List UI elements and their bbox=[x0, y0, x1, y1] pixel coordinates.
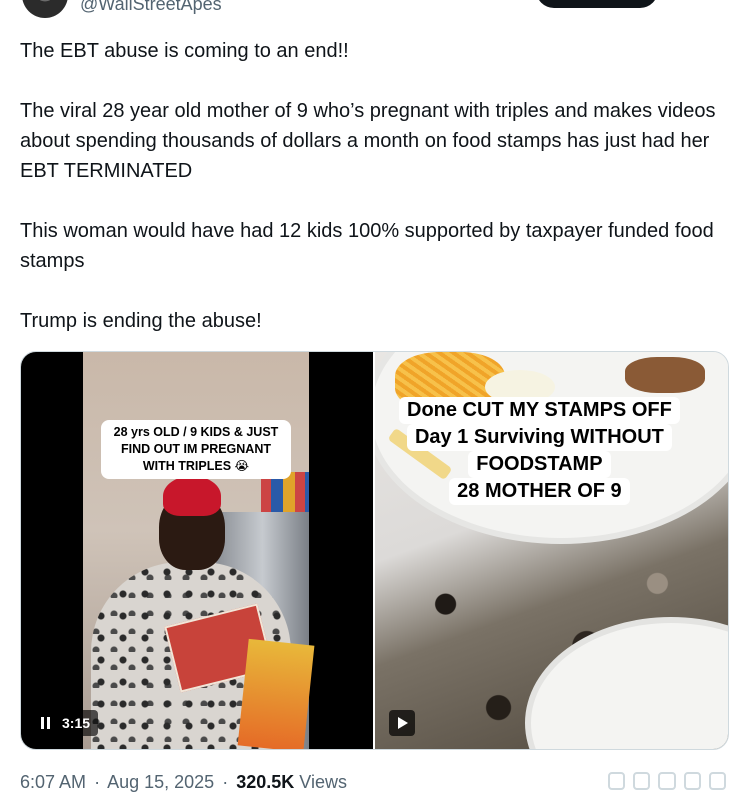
caption-line: 28 MOTHER OF 9 bbox=[449, 478, 630, 505]
tweet-paragraph: Trump is ending the abuse! bbox=[20, 310, 262, 332]
views-label: Views bbox=[299, 772, 347, 792]
play-icon[interactable] bbox=[389, 710, 415, 736]
red-headwrap bbox=[163, 476, 221, 516]
author-handle[interactable]: @WallStreetApes bbox=[80, 0, 222, 15]
tweet-text: The EBT abuse is coming to an end!! The … bbox=[20, 36, 720, 336]
grok-icon[interactable] bbox=[608, 770, 727, 792]
tweet-time[interactable]: 6:07 AM bbox=[20, 772, 86, 792]
video-caption-right: Done CUT MY STAMPS OFF Day 1 Surviving W… bbox=[399, 397, 680, 505]
views-count: 320.5K bbox=[236, 772, 295, 792]
tweet-paragraph: This woman would have had 12 kids 100% s… bbox=[20, 220, 714, 272]
meta-separator: · bbox=[94, 772, 101, 792]
video-right[interactable]: Done CUT MY STAMPS OFF Day 1 Surviving W… bbox=[375, 352, 728, 749]
tweet-paragraph: The EBT abuse is coming to an end!! bbox=[20, 40, 349, 62]
tweet-date[interactable]: Aug 15, 2025 bbox=[107, 772, 214, 792]
caption-line: FOODSTAMP bbox=[468, 451, 611, 478]
author-avatar[interactable] bbox=[22, 0, 68, 18]
video-controls[interactable]: 3:15 bbox=[33, 710, 99, 736]
media-grid: 28 yrs OLD / 9 KIDS & JUST FIND OUT IM P… bbox=[20, 351, 729, 750]
tweet-paragraph: The viral 28 year old mother of 9 who’s … bbox=[20, 100, 716, 182]
snack-bag bbox=[237, 638, 315, 749]
caption-line: Day 1 Surviving WITHOUT bbox=[406, 424, 672, 451]
video-caption-left: 28 yrs OLD / 9 KIDS & JUST FIND OUT IM P… bbox=[101, 420, 291, 479]
video-duration: 3:15 bbox=[62, 715, 91, 731]
tweet-meta: 6:07 AM · Aug 15, 2025 · 320.5K Views bbox=[20, 772, 347, 793]
meta-separator: · bbox=[222, 772, 229, 792]
cooked-food bbox=[625, 357, 705, 393]
video-left[interactable]: 28 yrs OLD / 9 KIDS & JUST FIND OUT IM P… bbox=[21, 352, 373, 749]
follow-button[interactable] bbox=[536, 0, 658, 8]
caption-line: Done CUT MY STAMPS OFF bbox=[399, 397, 680, 424]
pause-icon[interactable] bbox=[41, 717, 50, 729]
